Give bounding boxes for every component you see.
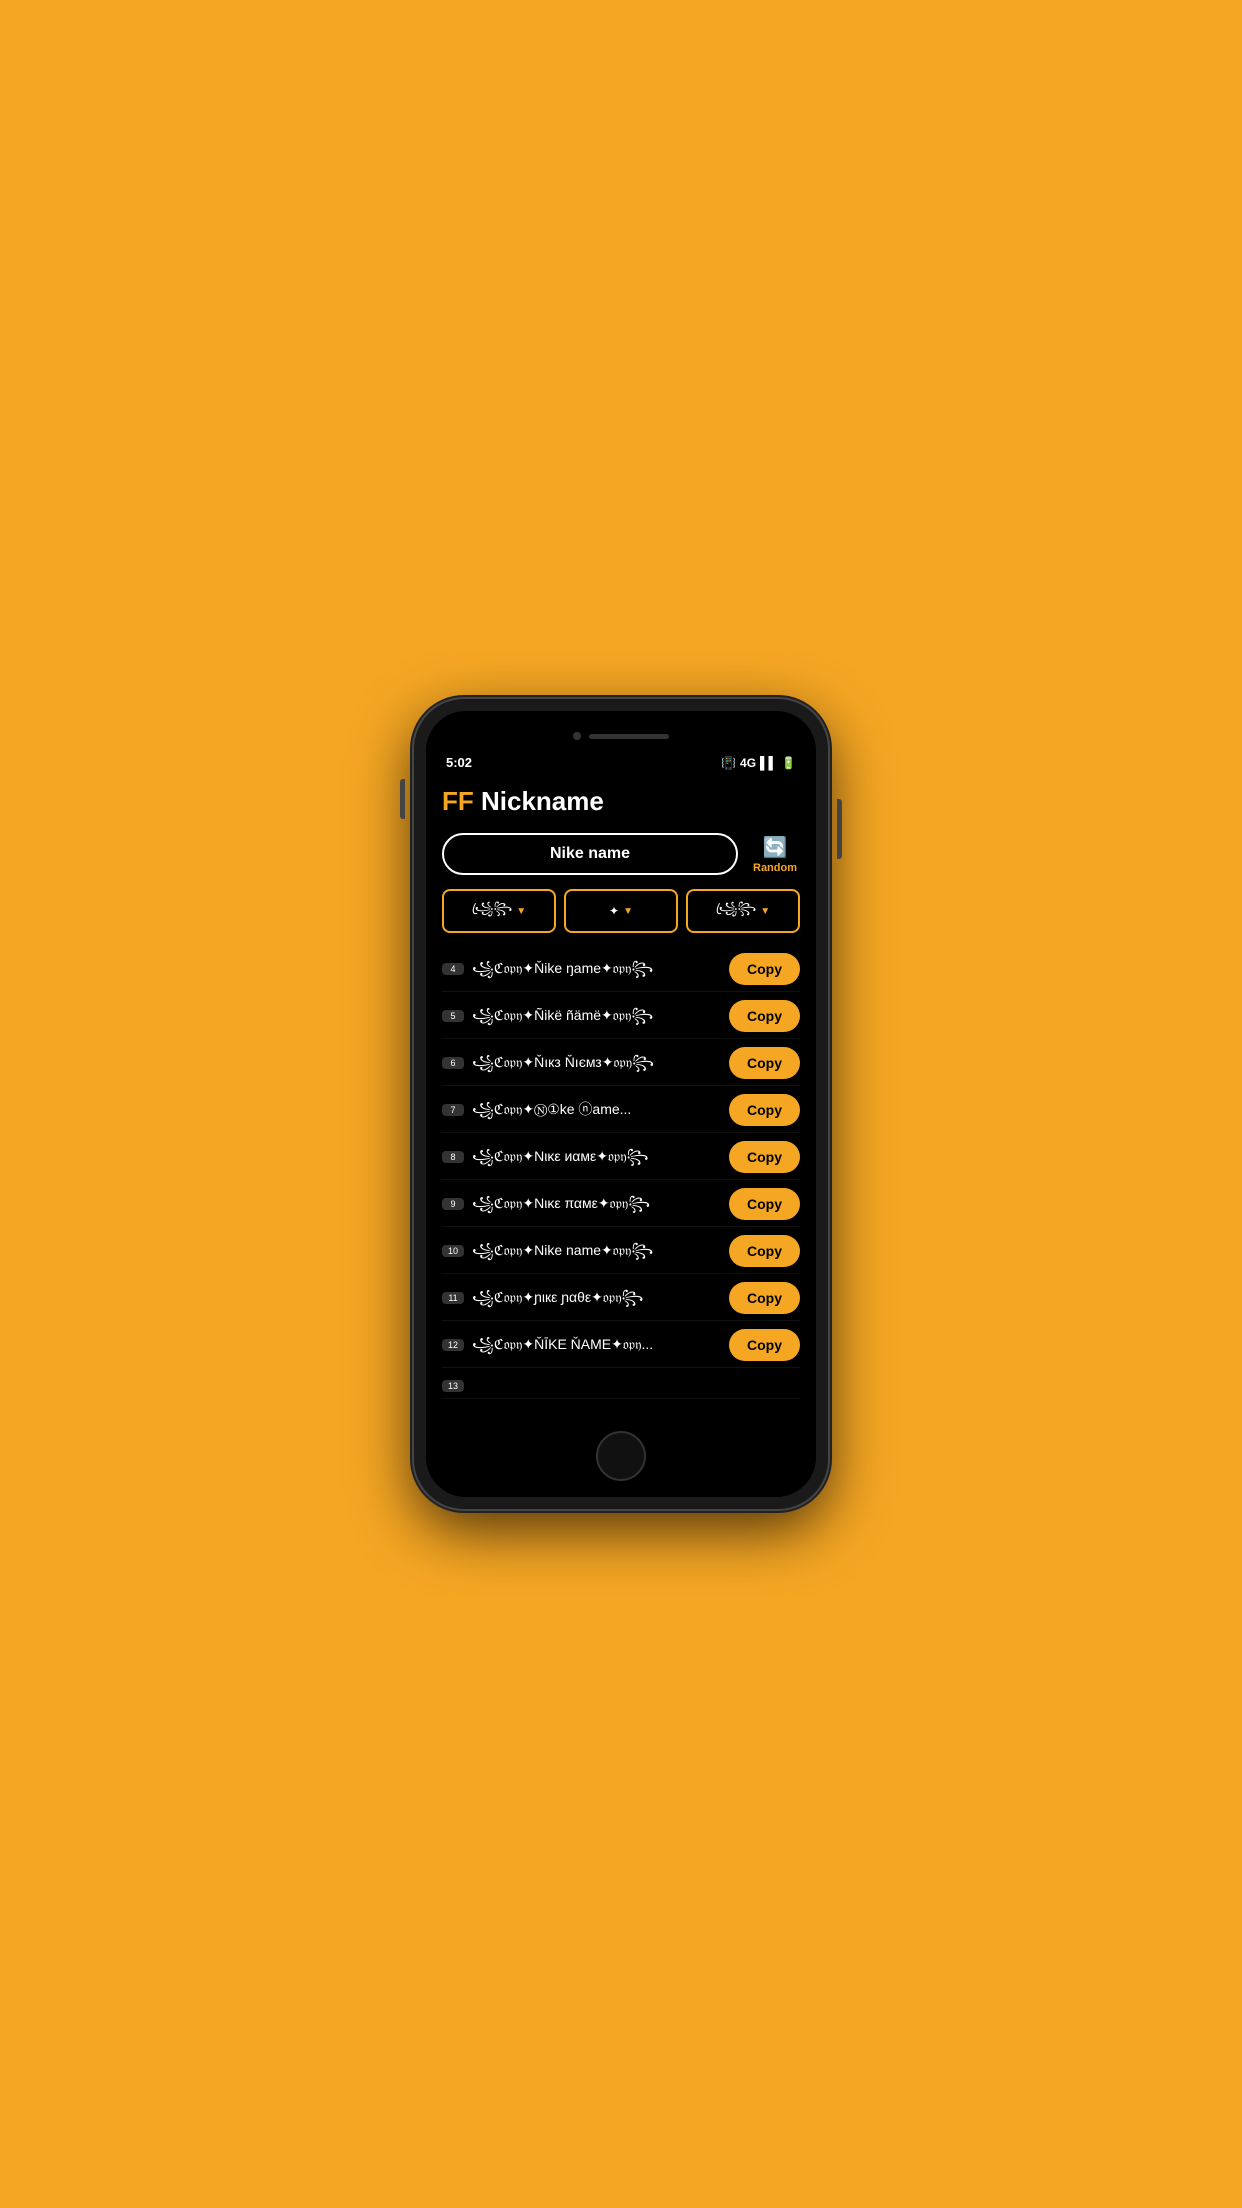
item-left-8: 8 ꧁ℭ𝔬𝔭𝔶✦Nικε иαмε✦𝔬𝔭𝔶꧂ [442, 1147, 729, 1167]
filter-button-2[interactable]: ✦ ▼ [564, 889, 678, 933]
item-text-8: ꧁ℭ𝔬𝔭𝔶✦Nικε иαмε✦𝔬𝔭𝔶꧂ [472, 1147, 729, 1167]
random-button[interactable]: 🔄 Random [750, 835, 800, 874]
random-label: Random [753, 862, 797, 874]
battery-icon: 🔋 [781, 756, 796, 770]
item-left-7: 7 ꧁ℭ𝔬𝔭𝔶✦Ⓝ①ke ⓝame... [442, 1100, 729, 1120]
camera-dot [573, 732, 581, 740]
item-number-12: 12 [442, 1339, 464, 1351]
home-button[interactable] [596, 1431, 646, 1481]
table-row: 10 ꧁ℭ𝔬𝔭𝔶✦Nike name✦𝔬𝔭𝔶꧂ Copy [442, 1229, 800, 1274]
filter-2-label: ✦ [609, 904, 619, 918]
table-row: 6 ꧁ℭ𝔬𝔭𝔶✦Ňıкз Ňıємз✦𝔬𝔭𝔶꧂ Copy [442, 1041, 800, 1086]
app-title: FF Nickname [442, 786, 800, 817]
copy-button-11[interactable]: Copy [729, 1282, 800, 1314]
filter-row: ꧁ꦿ꧂ ▼ ✦ ▼ ꧁ꦿ꧂ ▼ [442, 889, 800, 933]
filter-1-arrow: ▼ [516, 906, 526, 917]
speaker-bar [589, 734, 669, 739]
app-title-prefix: FF [442, 786, 474, 816]
item-left-12: 12 ꧁ℭ𝔬𝔭𝔶✦ŇĪKE ŇAME✦𝔬𝔭𝔶... [442, 1335, 729, 1355]
search-row: 🔄 Random [442, 833, 800, 875]
item-left-6: 6 ꧁ℭ𝔬𝔭𝔶✦Ňıкз Ňıємз✦𝔬𝔭𝔶꧂ [442, 1053, 729, 1073]
phone-bottom [426, 1419, 816, 1497]
item-text-4: ꧁ℭ𝔬𝔭𝔶✦Ňike ŋame✦𝔬𝔭𝔶꧂ [472, 959, 729, 979]
item-number-8: 8 [442, 1151, 464, 1163]
copy-button-4[interactable]: Copy [729, 953, 800, 985]
item-number-7: 7 [442, 1104, 464, 1116]
network-icon: 4G [740, 756, 756, 770]
status-time: 5:02 [446, 755, 472, 770]
item-number-9: 9 [442, 1198, 464, 1210]
table-row: 8 ꧁ℭ𝔬𝔭𝔶✦Nικε иαмε✦𝔬𝔭𝔶꧂ Copy [442, 1135, 800, 1180]
app-title-suffix: Nickname [474, 786, 604, 816]
item-text-6: ꧁ℭ𝔬𝔭𝔶✦Ňıкз Ňıємз✦𝔬𝔭𝔶꧂ [472, 1053, 729, 1073]
copy-button-7[interactable]: Copy [729, 1094, 800, 1126]
item-left-10: 10 ꧁ℭ𝔬𝔭𝔶✦Nike name✦𝔬𝔭𝔶꧂ [442, 1241, 729, 1261]
table-row: 12 ꧁ℭ𝔬𝔭𝔶✦ŇĪKE ŇAME✦𝔬𝔭𝔶... Copy [442, 1323, 800, 1368]
status-bar: 5:02 📳 4G ▌▌ 🔋 [426, 751, 816, 776]
notch-center [573, 732, 669, 740]
filter-3-arrow: ▼ [760, 906, 770, 917]
item-left-13: 13 [442, 1376, 800, 1392]
copy-button-6[interactable]: Copy [729, 1047, 800, 1079]
item-text-12: ꧁ℭ𝔬𝔭𝔶✦ŇĪKE ŇAME✦𝔬𝔭𝔶... [472, 1335, 729, 1355]
item-text-10: ꧁ℭ𝔬𝔭𝔶✦Nike name✦𝔬𝔭𝔶꧂ [472, 1241, 729, 1261]
filter-button-1[interactable]: ꧁ꦿ꧂ ▼ [442, 889, 556, 933]
item-left-4: 4 ꧁ℭ𝔬𝔭𝔶✦Ňike ŋame✦𝔬𝔭𝔶꧂ [442, 959, 729, 979]
side-button-right [837, 799, 842, 859]
phone-frame: 5:02 📳 4G ▌▌ 🔋 FF Nickname 🔄 Random [414, 699, 828, 1509]
random-icon: 🔄 [763, 835, 788, 860]
signal-icon: ▌▌ [760, 756, 777, 770]
table-row: 11 ꧁ℭ𝔬𝔭𝔶✦ɲιкε ɲαθε✦𝔬𝔭𝔶꧂ Copy [442, 1276, 800, 1321]
filter-1-label: ꧁ꦿ꧂ [472, 899, 512, 923]
table-row: 9 ꧁ℭ𝔬𝔭𝔶✦Nικε παмε✦𝔬𝔭𝔶꧂ Copy [442, 1182, 800, 1227]
filter-2-arrow: ▼ [623, 906, 633, 917]
nickname-list: 4 ꧁ℭ𝔬𝔭𝔶✦Ňike ŋame✦𝔬𝔭𝔶꧂ Copy 5 ꧁ℭ𝔬𝔭𝔶✦Ñikë… [442, 947, 800, 1399]
copy-button-5[interactable]: Copy [729, 1000, 800, 1032]
item-text-5: ꧁ℭ𝔬𝔭𝔶✦Ñikë ñämë✦𝔬𝔭𝔶꧂ [472, 1006, 729, 1026]
table-row: 5 ꧁ℭ𝔬𝔭𝔶✦Ñikë ñämë✦𝔬𝔭𝔶꧂ Copy [442, 994, 800, 1039]
item-number-5: 5 [442, 1010, 464, 1022]
filter-3-label: ꧁ꦿ꧂ [716, 899, 756, 923]
vibrate-icon: 📳 [721, 756, 736, 770]
copy-button-12[interactable]: Copy [729, 1329, 800, 1361]
screen-content: FF Nickname 🔄 Random ꧁ꦿ꧂ ▼ ✦ ▼ [426, 776, 816, 1419]
side-button-left [400, 779, 405, 819]
table-row: 7 ꧁ℭ𝔬𝔭𝔶✦Ⓝ①ke ⓝame... Copy [442, 1088, 800, 1133]
item-text-9: ꧁ℭ𝔬𝔭𝔶✦Nικε παмε✦𝔬𝔭𝔶꧂ [472, 1194, 729, 1214]
phone-screen: 5:02 📳 4G ▌▌ 🔋 FF Nickname 🔄 Random [426, 711, 816, 1497]
copy-button-9[interactable]: Copy [729, 1188, 800, 1220]
search-input[interactable] [442, 833, 738, 875]
item-left-5: 5 ꧁ℭ𝔬𝔭𝔶✦Ñikë ñämë✦𝔬𝔭𝔶꧂ [442, 1006, 729, 1026]
notch-area [426, 711, 816, 751]
item-left-9: 9 ꧁ℭ𝔬𝔭𝔶✦Nικε παмε✦𝔬𝔭𝔶꧂ [442, 1194, 729, 1214]
item-left-11: 11 ꧁ℭ𝔬𝔭𝔶✦ɲιкε ɲαθε✦𝔬𝔭𝔶꧂ [442, 1288, 729, 1308]
item-text-11: ꧁ℭ𝔬𝔭𝔶✦ɲιкε ɲαθε✦𝔬𝔭𝔶꧂ [472, 1288, 729, 1308]
item-number-6: 6 [442, 1057, 464, 1069]
item-text-7: ꧁ℭ𝔬𝔭𝔶✦Ⓝ①ke ⓝame... [472, 1100, 729, 1120]
status-icons: 📳 4G ▌▌ 🔋 [721, 756, 796, 770]
copy-button-8[interactable]: Copy [729, 1141, 800, 1173]
item-number-4: 4 [442, 963, 464, 975]
filter-button-3[interactable]: ꧁ꦿ꧂ ▼ [686, 889, 800, 933]
item-number-13: 13 [442, 1380, 464, 1392]
item-number-11: 11 [442, 1292, 464, 1304]
table-row: 4 ꧁ℭ𝔬𝔭𝔶✦Ňike ŋame✦𝔬𝔭𝔶꧂ Copy [442, 947, 800, 992]
table-row: 13 [442, 1370, 800, 1399]
copy-button-10[interactable]: Copy [729, 1235, 800, 1267]
item-number-10: 10 [442, 1245, 464, 1257]
